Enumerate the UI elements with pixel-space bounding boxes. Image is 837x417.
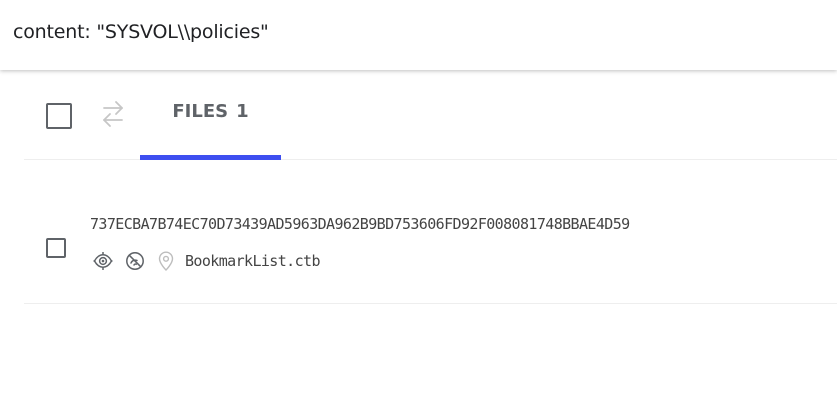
eye-target-icon xyxy=(93,252,113,270)
file-name[interactable]: BookmarkList.ctb xyxy=(185,252,321,270)
tab-files-count: 1 xyxy=(236,101,249,122)
tab-files[interactable]: FILES 1 xyxy=(140,70,281,160)
file-hash-link[interactable]: 737ECBA7B74EC70D73439AD5963DA962B9BD7536… xyxy=(90,215,630,233)
location-pin-icon xyxy=(158,251,174,271)
tab-files-label-row: FILES 1 xyxy=(140,101,281,122)
no-signal-globe-icon xyxy=(126,252,144,270)
row-select-checkbox[interactable] xyxy=(46,238,66,258)
search-bar[interactable]: content: "SYSVOL\\policies" xyxy=(0,0,837,70)
results-toolbar: FILES 1 xyxy=(24,70,837,160)
search-query-text[interactable]: content: "SYSVOL\\policies" xyxy=(13,21,269,43)
file-meta-line: BookmarkList.ctb xyxy=(93,250,321,272)
select-all-checkbox[interactable] xyxy=(46,103,72,129)
swap-arrows-icon[interactable] xyxy=(102,99,124,129)
tab-files-label: FILES xyxy=(172,101,229,122)
file-result-row[interactable]: 737ECBA7B74EC70D73439AD5963DA962B9BD7536… xyxy=(24,160,837,304)
